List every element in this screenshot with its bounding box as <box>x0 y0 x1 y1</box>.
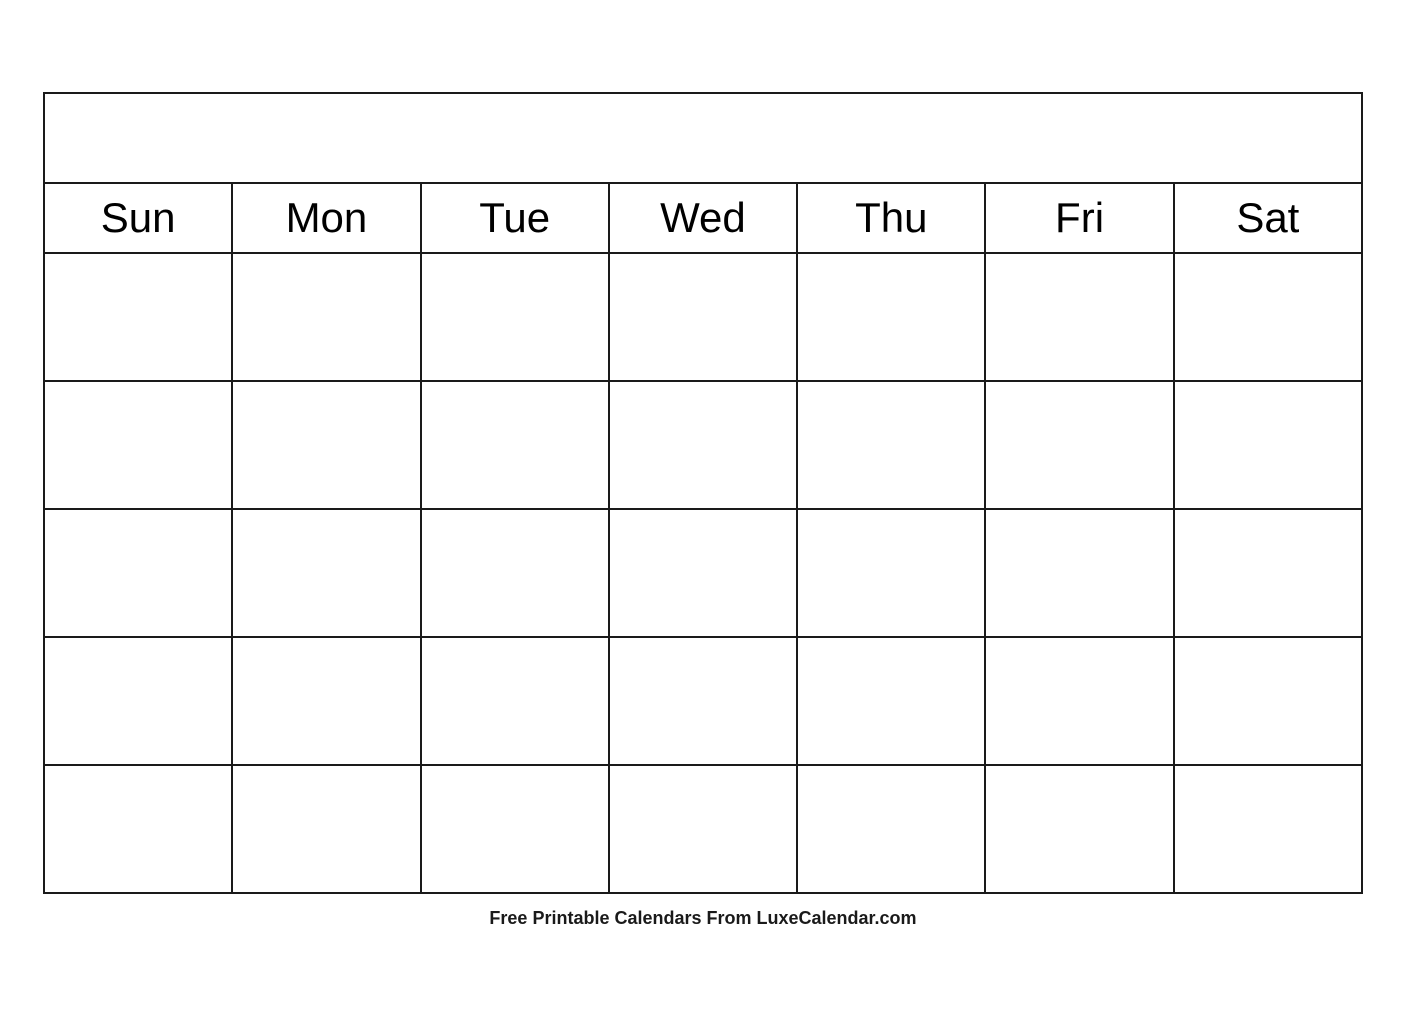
day-cell-r2-tue <box>421 381 609 509</box>
day-cell-r1-sat <box>1174 253 1362 381</box>
day-cell-r5-thu <box>797 765 985 893</box>
day-cell-r3-tue <box>421 509 609 637</box>
day-header-wed: Wed <box>609 183 797 253</box>
day-cell-r3-mon <box>232 509 420 637</box>
day-cell-r3-fri <box>985 509 1173 637</box>
footer-text: Free Printable Calendars From LuxeCalend… <box>489 908 916 929</box>
calendar-wrapper: Sun Mon Tue Wed Thu Fri Sat <box>43 92 1363 929</box>
day-cell-r4-wed <box>609 637 797 765</box>
day-cell-r5-mon <box>232 765 420 893</box>
day-cell-r4-sat <box>1174 637 1362 765</box>
day-cell-r5-sat <box>1174 765 1362 893</box>
day-cell-r2-thu <box>797 381 985 509</box>
day-cell-r3-sat <box>1174 509 1362 637</box>
day-cell-r3-thu <box>797 509 985 637</box>
day-cell-r2-wed <box>609 381 797 509</box>
calendar-row-1 <box>44 253 1362 381</box>
day-cell-r1-tue <box>421 253 609 381</box>
day-cell-r5-tue <box>421 765 609 893</box>
day-cell-r4-sun <box>44 637 232 765</box>
day-cell-r2-sat <box>1174 381 1362 509</box>
day-cell-r5-sun <box>44 765 232 893</box>
day-cell-r5-fri <box>985 765 1173 893</box>
day-cell-r4-mon <box>232 637 420 765</box>
calendar-row-3 <box>44 509 1362 637</box>
day-cell-r1-mon <box>232 253 420 381</box>
day-cell-r1-thu <box>797 253 985 381</box>
day-header-sun: Sun <box>44 183 232 253</box>
day-header-tue: Tue <box>421 183 609 253</box>
calendar-title-row <box>44 93 1362 183</box>
day-cell-r2-fri <box>985 381 1173 509</box>
calendar-row-2 <box>44 381 1362 509</box>
day-cell-r5-wed <box>609 765 797 893</box>
day-cell-r1-sun <box>44 253 232 381</box>
day-cell-r1-fri <box>985 253 1173 381</box>
day-header-row: Sun Mon Tue Wed Thu Fri Sat <box>44 183 1362 253</box>
calendar-row-4 <box>44 637 1362 765</box>
day-cell-r1-wed <box>609 253 797 381</box>
day-header-mon: Mon <box>232 183 420 253</box>
day-header-thu: Thu <box>797 183 985 253</box>
day-cell-r3-sun <box>44 509 232 637</box>
day-cell-r2-sun <box>44 381 232 509</box>
day-cell-r4-tue <box>421 637 609 765</box>
calendar-row-5 <box>44 765 1362 893</box>
day-cell-r4-thu <box>797 637 985 765</box>
day-header-fri: Fri <box>985 183 1173 253</box>
calendar-table: Sun Mon Tue Wed Thu Fri Sat <box>43 92 1363 894</box>
day-cell-r2-mon <box>232 381 420 509</box>
day-header-sat: Sat <box>1174 183 1362 253</box>
calendar-title-cell <box>44 93 1362 183</box>
day-cell-r4-fri <box>985 637 1173 765</box>
day-cell-r3-wed <box>609 509 797 637</box>
